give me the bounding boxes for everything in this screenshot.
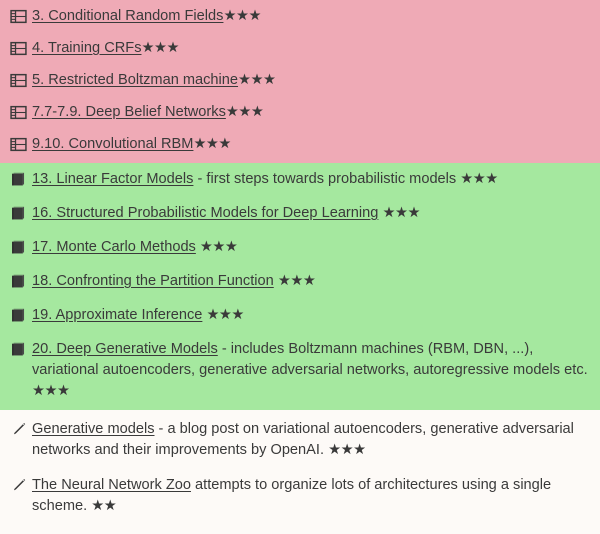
rating-stars: ★★ — [91, 498, 117, 514]
book-icon — [10, 171, 27, 188]
book-icon — [10, 307, 27, 324]
resource-link[interactable]: 18. Confronting the Partition Function — [32, 273, 274, 289]
resource-link[interactable]: 13. Linear Factor Models — [32, 171, 193, 187]
resource-link[interactable]: 17. Monte Carlo Methods — [32, 239, 196, 255]
film-frames-icon — [10, 8, 27, 25]
pencil-icon — [10, 477, 27, 494]
list-item: 16. Structured Probabilistic Models for … — [10, 203, 590, 224]
pencil-icon — [10, 421, 27, 438]
rating-stars: ★★★ — [32, 383, 70, 399]
list-item: 17. Monte Carlo Methods ★★★ — [10, 237, 590, 258]
resource-link[interactable]: 3. Conditional Random Fields — [32, 8, 223, 24]
rating-stars: ★★★ — [238, 72, 276, 88]
film-frames-icon — [10, 72, 27, 89]
list-item: 3. Conditional Random Fields★★★ — [10, 6, 590, 27]
list-item: 4. Training CRFs★★★ — [10, 38, 590, 59]
list-item: 13. Linear Factor Models - first steps t… — [10, 169, 590, 190]
book-icon — [10, 205, 27, 222]
list-item: 7.7-7.9. Deep Belief Networks★★★ — [10, 102, 590, 123]
rating-stars: ★★★ — [193, 136, 231, 152]
film-lecture-section: 3. Conditional Random Fields★★★ 4. Traini… — [0, 0, 600, 163]
film-frames-icon — [10, 104, 27, 121]
resource-link[interactable]: The Neural Network Zoo — [32, 477, 191, 493]
rating-stars: ★★★ — [223, 8, 261, 24]
list-item: 5. Restricted Boltzman machine★★★ — [10, 70, 590, 91]
resource-link[interactable]: 7.7-7.9. Deep Belief Networks — [32, 104, 226, 120]
book-icon — [10, 341, 27, 358]
list-item: 20. Deep Generative Models - includes Bo… — [10, 339, 590, 402]
list-item: Generative models - a blog post on varia… — [10, 419, 590, 461]
book-chapter-section: 13. Linear Factor Models - first steps t… — [0, 163, 600, 410]
resource-link[interactable]: 19. Approximate Inference — [32, 307, 202, 323]
book-icon — [10, 273, 27, 290]
blog-post-section: Generative models - a blog post on varia… — [0, 410, 600, 534]
film-frames-icon — [10, 40, 27, 57]
resource-link[interactable]: 16. Structured Probabilistic Models for … — [32, 205, 378, 221]
rating-stars: ★★★ — [460, 171, 498, 187]
resource-link[interactable]: Generative models — [32, 421, 155, 437]
list-item: 19. Approximate Inference ★★★ — [10, 305, 590, 326]
rating-stars: ★★★ — [328, 442, 366, 458]
resource-description: - first steps towards probabilistic mode… — [193, 171, 461, 187]
list-item: 18. Confronting the Partition Function ★… — [10, 271, 590, 292]
book-icon — [10, 239, 27, 256]
resource-list-page: 3. Conditional Random Fields★★★ 4. Traini… — [0, 0, 600, 534]
rating-stars: ★★★ — [225, 104, 264, 120]
resource-link[interactable]: 4. Training CRFs — [32, 40, 142, 56]
rating-stars: ★★★ — [206, 307, 244, 323]
resource-link[interactable]: 5. Restricted Boltzman machine — [32, 72, 238, 88]
list-item: The Neural Network Zoo attempts to organ… — [10, 475, 590, 517]
rating-stars: ★★★ — [277, 273, 316, 289]
film-frames-icon — [10, 136, 27, 153]
rating-stars: ★★★ — [141, 40, 180, 56]
resource-link[interactable]: 9.10. Convolutional RBM — [32, 136, 193, 152]
rating-stars: ★★★ — [199, 239, 238, 255]
rating-stars: ★★★ — [382, 205, 420, 221]
list-item: 9.10. Convolutional RBM★★★ — [10, 134, 590, 155]
resource-link[interactable]: 20. Deep Generative Models — [32, 341, 218, 357]
